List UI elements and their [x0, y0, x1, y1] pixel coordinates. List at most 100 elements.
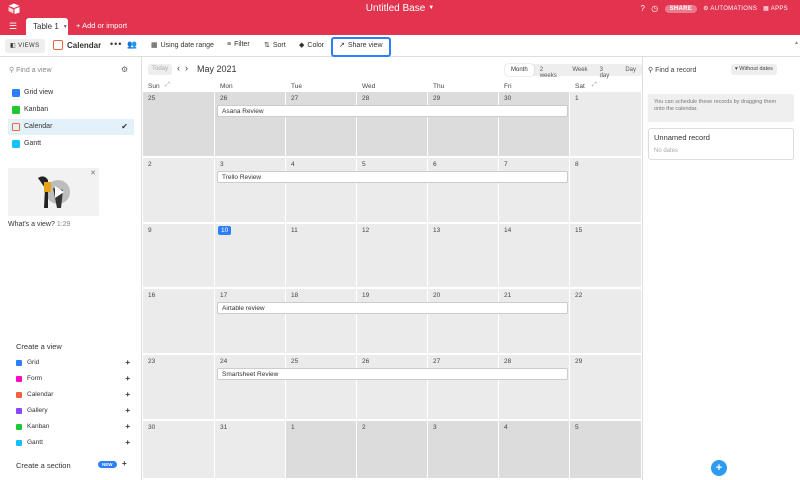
range-day-button[interactable]: Day [619, 64, 642, 76]
calendar-day-cell[interactable]: 25 [143, 92, 215, 158]
view-name-calendar[interactable]: Calendar [53, 40, 101, 50]
add-or-import-button[interactable]: + Add or import [76, 21, 127, 30]
create-gallery-item[interactable]: Gallery + [16, 406, 130, 419]
calendar-day-cell[interactable]: 2 [357, 421, 428, 480]
calendar-day-cell[interactable]: 3 [215, 158, 286, 224]
calendar-day-cell[interactable]: 10 [215, 224, 286, 289]
plus-icon[interactable]: + [125, 390, 130, 399]
hamburger-menu-icon[interactable]: ☰ [9, 21, 17, 32]
calendar-day-cell[interactable]: 21 [499, 289, 570, 355]
calendar-day-cell[interactable]: 5 [570, 421, 642, 480]
close-icon[interactable]: ✕ [90, 169, 96, 177]
find-record-input[interactable]: ⚲ Find a record [648, 66, 696, 74]
create-form-item[interactable]: Form + [16, 374, 130, 387]
sidebar-item-grid-view[interactable]: Grid view [8, 85, 134, 101]
calendar-day-cell[interactable]: 12 [357, 224, 428, 289]
apps-button[interactable]: ▦ APPS [763, 5, 788, 12]
calendar-day-cell[interactable]: 7 [499, 158, 570, 224]
views-toggle-button[interactable]: ◧ VIEWS [5, 39, 45, 53]
calendar-day-cell[interactable]: 16 [143, 289, 215, 355]
calendar-day-cell[interactable]: 27 [428, 355, 499, 421]
range-3-day-button[interactable]: 3 day [594, 64, 620, 79]
expand-icon[interactable]: ⤢ [592, 82, 597, 89]
expand-icon[interactable]: ⤢ [165, 82, 170, 89]
calendar-event[interactable]: Asana Review [217, 105, 568, 117]
calendar-day-cell[interactable]: 1 [570, 92, 642, 158]
collaborators-icon[interactable]: 👥 [127, 40, 137, 49]
calendar-day-cell[interactable]: 6 [428, 158, 499, 224]
calendar-day-cell[interactable]: 28 [357, 92, 428, 158]
calendar-day-cell[interactable]: 20 [428, 289, 499, 355]
calendar-day-cell[interactable]: 5 [357, 158, 428, 224]
range-2-weeks-button[interactable]: 2 weeks [534, 64, 567, 79]
plus-icon[interactable]: + [125, 406, 130, 415]
add-record-button[interactable]: + [711, 460, 727, 476]
calendar-day-cell[interactable]: 31 [215, 421, 286, 480]
calendar-day-cell[interactable]: 26 [357, 355, 428, 421]
calendar-day-cell[interactable]: 26 [215, 92, 286, 158]
calendar-day-cell[interactable]: 25 [286, 355, 357, 421]
calendar-day-cell[interactable]: 8 [570, 158, 642, 224]
automations-button[interactable]: ⚙ AUTOMATIONS [703, 5, 757, 12]
calendar-day-cell[interactable]: 29 [570, 355, 642, 421]
plus-icon[interactable]: + [125, 358, 130, 367]
calendar-day-cell[interactable]: 30 [499, 92, 570, 158]
sidebar-item-gantt[interactable]: Gantt [8, 136, 134, 152]
share-button[interactable]: SHARE [664, 4, 698, 13]
create-section-button[interactable]: Create a section [16, 461, 71, 470]
calendar-day-cell[interactable]: 18 [286, 289, 357, 355]
chevron-left-icon[interactable]: ‹ [177, 63, 180, 73]
create-kanban-item[interactable]: Kanban + [16, 422, 130, 435]
calendar-event[interactable]: Trello Review [217, 171, 568, 183]
color-button[interactable]: ◆ Color [299, 41, 324, 50]
sort-button[interactable]: ⇅ Sort [264, 41, 286, 50]
calendar-day-cell[interactable]: 11 [286, 224, 357, 289]
filter-button[interactable]: ≡ Filter [227, 41, 250, 48]
calendar-event[interactable]: Smartsheet Review [217, 368, 568, 380]
calendar-day-cell[interactable]: 3 [428, 421, 499, 480]
create-gantt-item[interactable]: Gantt + [16, 438, 130, 451]
calendar-day-cell[interactable]: 23 [143, 355, 215, 421]
more-options-icon[interactable]: ••• [110, 39, 122, 49]
today-button[interactable]: Today [148, 64, 172, 75]
range-week-button[interactable]: Week [566, 64, 593, 76]
calendar-day-cell[interactable]: 19 [357, 289, 428, 355]
calendar-day-cell[interactable]: 9 [143, 224, 215, 289]
calendar-day-cell[interactable]: 14 [499, 224, 570, 289]
calendar-day-cell[interactable]: 29 [428, 92, 499, 158]
find-view-input[interactable]: ⚲ Find a view [9, 66, 52, 74]
gear-icon[interactable]: ⚙ [121, 65, 128, 74]
create-grid-item[interactable]: Grid + [16, 358, 130, 371]
date-range-button[interactable]: ▦ Using date range [151, 41, 214, 50]
calendar-day-cell[interactable]: 22 [570, 289, 642, 355]
plus-icon[interactable]: + [125, 422, 130, 431]
calendar-day-cell[interactable]: 24 [215, 355, 286, 421]
calendar-event[interactable]: Airtable review [217, 302, 568, 314]
plus-icon[interactable]: + [125, 438, 130, 447]
help-icon[interactable]: ? [641, 4, 646, 13]
calendar-day-cell[interactable]: 30 [143, 421, 215, 480]
calendar-day-cell[interactable]: 4 [499, 421, 570, 480]
calendar-day-cell[interactable]: 15 [570, 224, 642, 289]
sidebar-item-calendar[interactable]: Calendar ✔ [8, 119, 134, 135]
without-dates-dropdown[interactable]: ▾ Without dates [731, 64, 777, 75]
scroll-up-icon[interactable]: ▲ [794, 40, 799, 46]
unscheduled-record-card[interactable]: Unnamed record No dates [648, 128, 794, 160]
range-month-button[interactable]: Month [505, 64, 534, 76]
tab-table-1[interactable]: Table 1 ▼ [26, 18, 68, 35]
whats-a-view-video[interactable]: ✕ [8, 168, 99, 216]
history-icon[interactable]: ◷ [651, 4, 658, 13]
chevron-right-icon[interactable]: › [185, 63, 188, 73]
calendar-day-cell[interactable]: 28 [499, 355, 570, 421]
sidebar-item-kanban[interactable]: Kanban [8, 102, 134, 118]
create-calendar-item[interactable]: Calendar + [16, 390, 130, 403]
plus-icon[interactable]: + [122, 459, 127, 468]
calendar-day-cell[interactable]: 2 [143, 158, 215, 224]
calendar-day-cell[interactable]: 4 [286, 158, 357, 224]
calendar-day-cell[interactable]: 27 [286, 92, 357, 158]
video-caption[interactable]: What's a view? 1:29 [8, 221, 70, 228]
plus-icon[interactable]: + [125, 374, 130, 383]
calendar-day-cell[interactable]: 13 [428, 224, 499, 289]
calendar-day-cell[interactable]: 1 [286, 421, 357, 480]
calendar-day-cell[interactable]: 17 [215, 289, 286, 355]
